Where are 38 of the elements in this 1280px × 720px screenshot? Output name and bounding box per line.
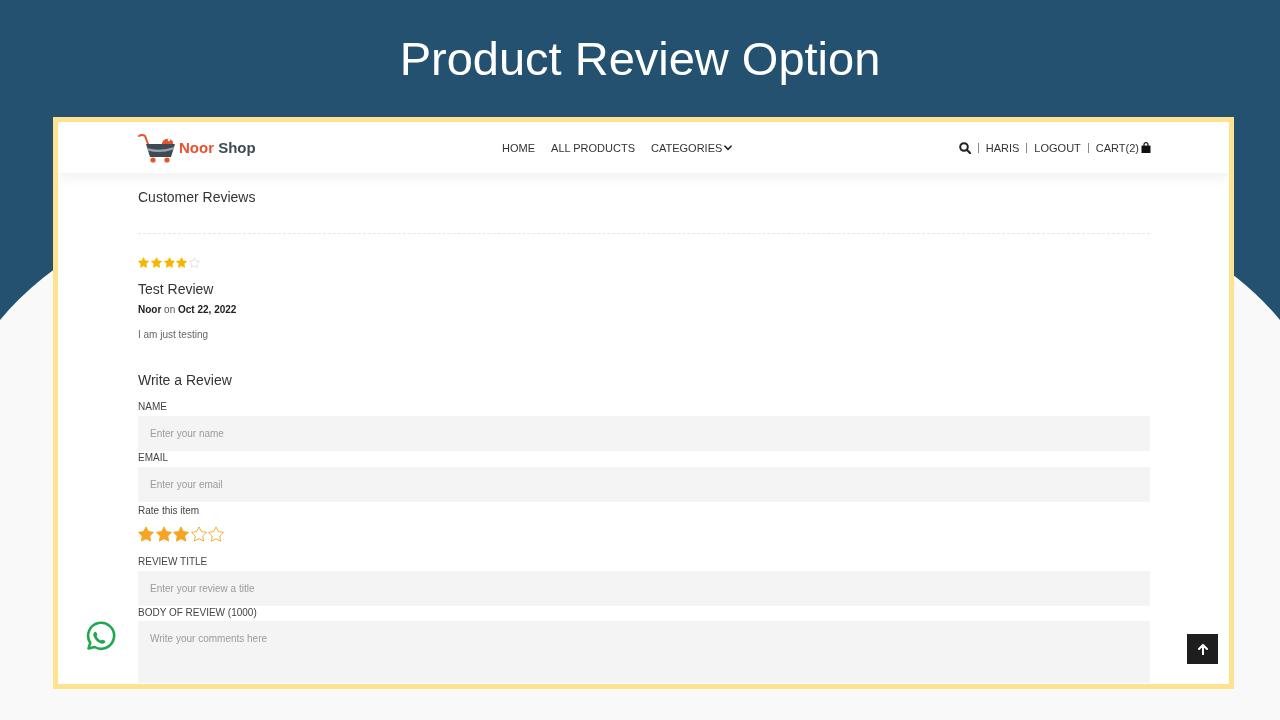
nav-link[interactable]: HOME <box>502 141 536 154</box>
star-icon[interactable] <box>173 526 189 542</box>
shopping-bag-icon <box>1141 142 1151 153</box>
review-title: Test Review <box>138 280 215 298</box>
nav-link[interactable]: HARIS <box>985 141 1020 154</box>
field-label: Rate this item <box>138 505 200 517</box>
section-heading: Write a Review <box>138 371 233 389</box>
input-field[interactable]: Enter your name <box>138 416 1150 451</box>
section-heading: Customer Reviews <box>138 188 257 206</box>
cart-logo-icon <box>138 132 176 163</box>
star-icon[interactable] <box>155 526 172 542</box>
brand-logo[interactable]: Noor Shop <box>138 132 256 163</box>
scroll-to-top-button[interactable] <box>1187 634 1218 664</box>
arrow-up-icon <box>1197 643 1208 655</box>
review-body: I am just testing <box>138 328 210 341</box>
star-icon <box>163 257 175 268</box>
star-icon <box>150 257 162 268</box>
nav-dropdown[interactable]: CATEGORIES <box>651 141 733 154</box>
chevron-down-icon <box>724 144 733 151</box>
star-icon[interactable] <box>138 526 154 542</box>
nav-link[interactable]: ALL PRODUCTS <box>551 141 635 154</box>
star-icon <box>189 257 201 268</box>
field-label: EMAIL <box>138 452 168 464</box>
input-field[interactable]: Enter your review a title <box>138 571 1150 606</box>
slide-title: Product Review Option <box>399 30 881 87</box>
textarea-field[interactable]: Write your comments here <box>138 621 1150 683</box>
field-label: NAME <box>138 401 167 413</box>
field-label: BODY OF REVIEW (1000) <box>138 607 257 619</box>
nav-link[interactable]: LOGOUT <box>1034 141 1081 154</box>
star-icon <box>176 257 188 268</box>
review-byline: Noor on Oct 22, 2022 <box>138 303 238 316</box>
search-icon[interactable] <box>958 141 971 154</box>
star-icon <box>138 257 149 268</box>
field-label: REVIEW TITLE <box>138 556 208 568</box>
star-icon[interactable] <box>208 526 224 542</box>
star-icon[interactable] <box>190 526 207 542</box>
input-field[interactable]: Enter your email <box>138 467 1150 502</box>
cart-link[interactable]: CART(2) <box>1095 141 1151 154</box>
